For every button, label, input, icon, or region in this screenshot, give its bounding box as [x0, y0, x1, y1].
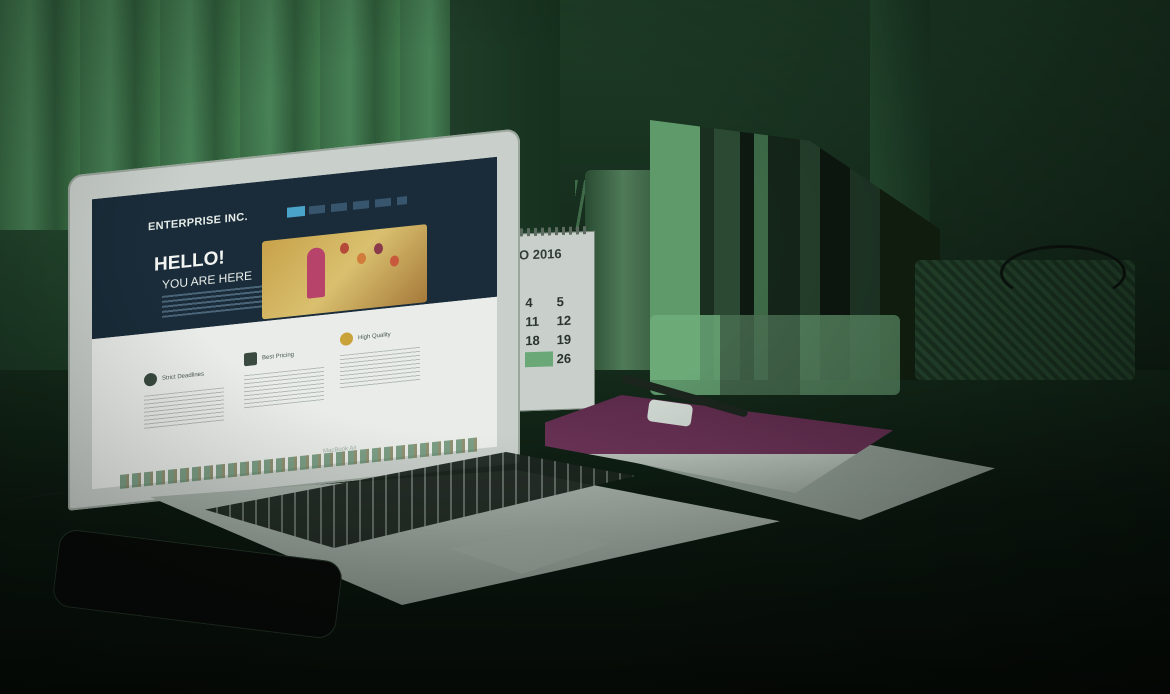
feature-title: Best Pricing [262, 352, 295, 362]
quality-icon [340, 331, 353, 347]
website-nav-active [287, 205, 305, 218]
calendar-day: 5 [556, 293, 564, 310]
calendar-day: 19 [556, 331, 572, 348]
feature-text [144, 387, 224, 430]
calendar-day: 18 [525, 332, 540, 349]
balloon [374, 242, 383, 255]
toy-truck [650, 315, 900, 395]
balloon [390, 255, 399, 267]
balloon [357, 252, 366, 265]
feature-title: High Quality [358, 331, 391, 342]
calendar-day: 26 [556, 350, 572, 367]
hero-slide-image [262, 224, 427, 320]
feature-text [340, 346, 420, 390]
website-logo: ENTERPRISE INC. [148, 210, 248, 234]
laptop-display: ENTERPRISE INC. HELLO! YOU ARE HERE Stri… [92, 156, 497, 490]
feature-title: Strict Deadlines [162, 371, 205, 382]
website-nav [287, 196, 407, 217]
slide-person [307, 246, 325, 299]
clock-icon [144, 372, 157, 387]
calendar-day: 12 [556, 312, 572, 329]
feature-text [244, 366, 324, 410]
desk-photo-scene: MARÇO 2016 3 4 5 10 11 12 17 18 19 24 25… [0, 0, 1170, 694]
calendar-day-highlighted: 25 [525, 351, 553, 368]
calendar-day: 11 [525, 313, 540, 330]
calendar-day: 4 [525, 295, 533, 311]
balloon [340, 242, 349, 255]
headphone-cable [1000, 245, 1126, 301]
price-icon [244, 351, 257, 367]
